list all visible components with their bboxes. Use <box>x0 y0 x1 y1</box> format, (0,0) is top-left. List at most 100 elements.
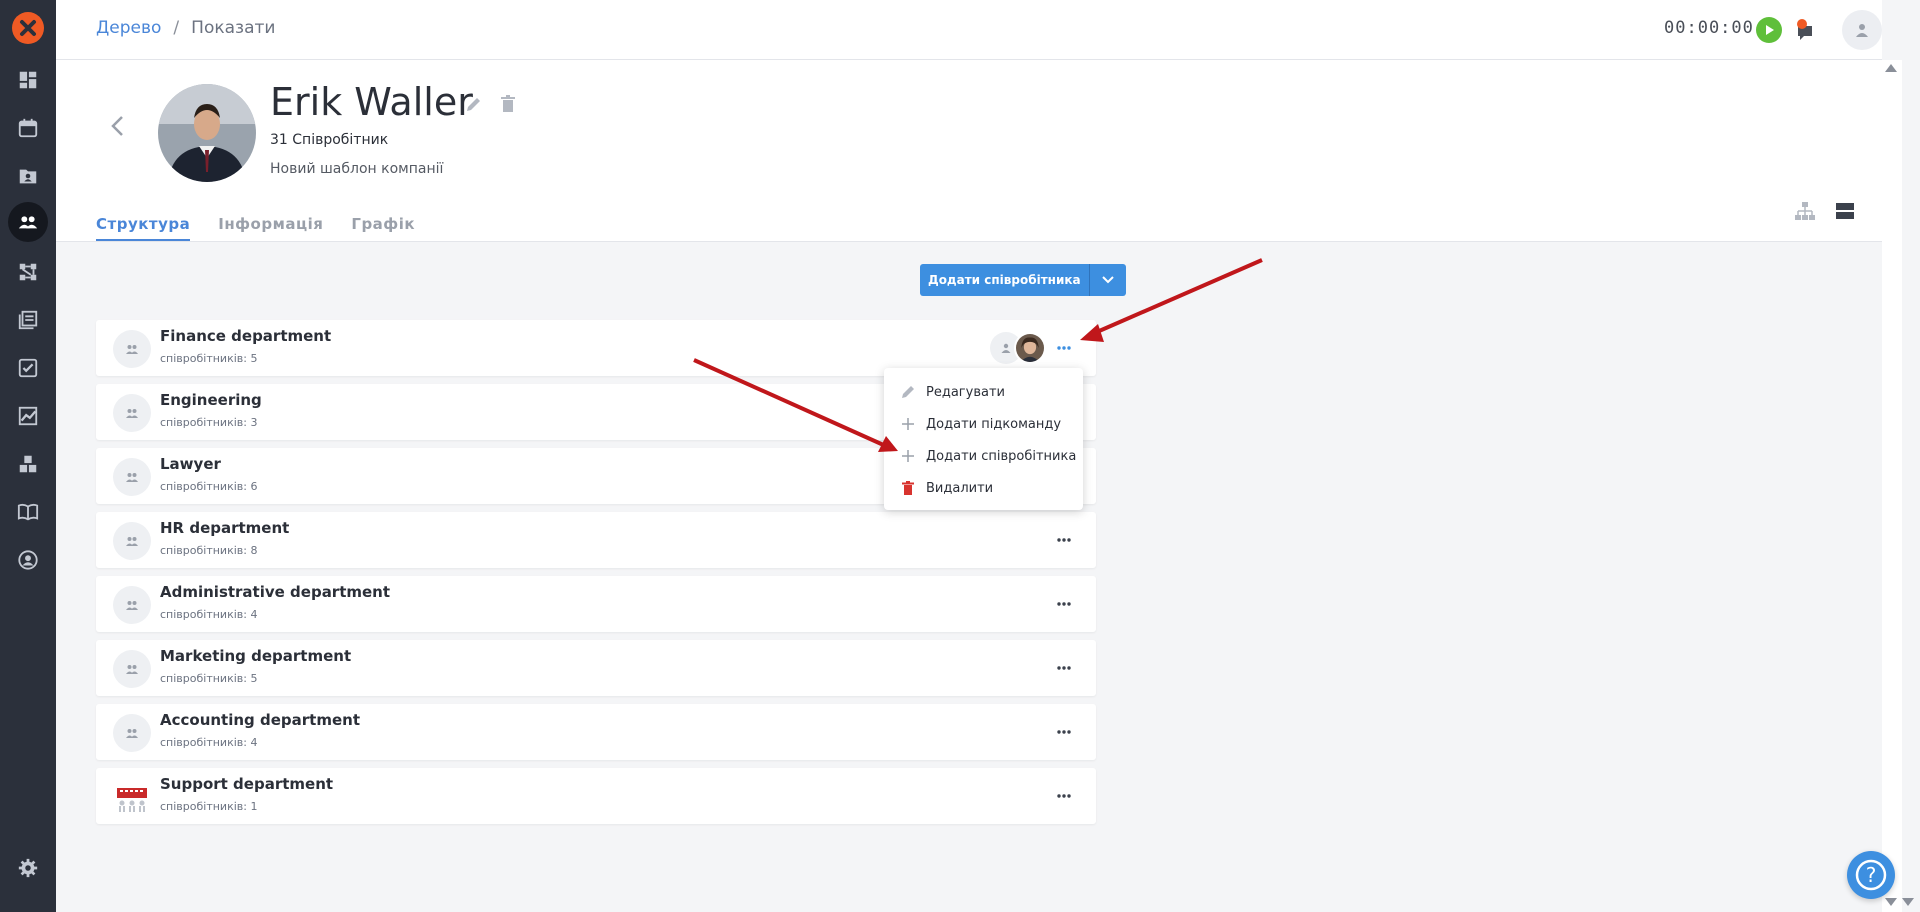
more-options-icon[interactable] <box>1054 722 1074 742</box>
profile-icon[interactable] <box>8 540 48 580</box>
settings-gear-icon[interactable] <box>8 848 48 888</box>
department-row[interactable]: HR department співробітників: 8 <box>96 512 1096 568</box>
more-options-icon[interactable] <box>1054 530 1074 550</box>
department-name: Lawyer <box>160 455 221 473</box>
trash-icon <box>900 480 916 496</box>
department-name: Finance department <box>160 327 332 345</box>
department-row[interactable]: Accounting department співробітників: 4 <box>96 704 1096 760</box>
logo[interactable] <box>12 12 44 44</box>
department-team-icon <box>113 394 151 432</box>
library-icon[interactable] <box>8 300 48 340</box>
department-count: співробітників: 6 <box>160 480 258 493</box>
help-question-icon: ? <box>1855 859 1887 891</box>
department-count: співробітників: 1 <box>160 800 258 813</box>
analytics-icon[interactable] <box>8 396 48 436</box>
time-tracker-display: 00:00:00 <box>1664 18 1754 38</box>
more-options-icon[interactable] <box>1054 594 1074 614</box>
menu-item-add-subteam[interactable]: Додати підкоманду <box>884 408 1083 440</box>
chevron-down-icon <box>1101 276 1114 284</box>
help-button[interactable]: ? <box>1847 851 1895 899</box>
menu-item-label: Редагувати <box>926 384 1005 400</box>
more-options-icon[interactable] <box>1054 658 1074 678</box>
menu-item-label: Видалити <box>926 480 994 496</box>
department-name: Accounting department <box>160 711 360 729</box>
department-count: співробітників: 8 <box>160 544 258 557</box>
profile-avatar <box>158 84 256 182</box>
department-team-icon <box>113 714 151 752</box>
workflow-icon[interactable] <box>8 252 48 292</box>
department-team-icon <box>113 522 151 560</box>
department-row[interactable]: Administrative department співробітників… <box>96 576 1096 632</box>
department-team-icon <box>113 650 151 688</box>
scroll-down-arrow[interactable] <box>1885 898 1897 906</box>
inventory-icon[interactable] <box>8 444 48 484</box>
profile-tabs: Структура Інформація Графік <box>96 215 415 241</box>
scroll-down-arrow-secondary[interactable] <box>1902 898 1914 906</box>
page-scrollbar[interactable] <box>1882 60 1902 912</box>
menu-item-delete[interactable]: Видалити <box>884 472 1083 504</box>
department-count: співробітників: 5 <box>160 352 258 365</box>
department-team-icon <box>113 586 151 624</box>
department-team-icon <box>113 330 151 368</box>
plus-icon <box>900 448 916 464</box>
back-chevron-icon[interactable] <box>106 114 130 138</box>
breadcrumb-tree-link[interactable]: Дерево <box>96 18 161 38</box>
add-employee-dropdown-toggle[interactable] <box>1089 264 1126 296</box>
team-icon[interactable] <box>8 202 48 242</box>
department-name: Engineering <box>160 391 262 409</box>
plus-icon <box>900 416 916 432</box>
department-count: співробітників: 4 <box>160 608 258 621</box>
tab-structure[interactable]: Структура <box>96 215 191 241</box>
breadcrumb-current: Показати <box>191 18 276 38</box>
svg-text:?: ? <box>1866 863 1877 887</box>
profile-name: Erik Waller <box>270 80 473 124</box>
member-avatar[interactable] <box>1014 332 1046 364</box>
department-name: Support department <box>160 775 334 793</box>
employee-count: 31 Співробітник <box>270 132 389 148</box>
department-count: співробітників: 4 <box>160 736 258 749</box>
menu-item-add-employee[interactable]: Додати співробітника <box>884 440 1083 472</box>
menu-item-edit[interactable]: Редагувати <box>884 376 1083 408</box>
pencil-icon <box>900 384 916 400</box>
play-timer-button[interactable] <box>1756 17 1782 43</box>
breadcrumb: Дерево / Показати <box>96 18 275 38</box>
logo-x-icon <box>20 20 36 36</box>
book-icon[interactable] <box>8 492 48 532</box>
top-header: Дерево / Показати 00:00:00 <box>56 0 1882 60</box>
user-menu-button[interactable] <box>1842 10 1882 50</box>
chat-notification-icon[interactable] <box>1794 18 1820 44</box>
menu-item-label: Додати співробітника <box>926 448 1077 464</box>
department-row[interactable]: Marketing department співробітників: 5 <box>96 640 1096 696</box>
profile-panel: Erik Waller 31 Співробітник Новий шаблон… <box>56 60 1882 242</box>
department-actions-menu: Редагувати Додати підкоманду Додати спів… <box>884 368 1083 510</box>
department-count: співробітників: 3 <box>160 416 258 429</box>
department-name: Marketing department <box>160 647 352 665</box>
list-view-icon[interactable] <box>1834 200 1856 222</box>
department-members <box>990 332 1046 364</box>
dashboard-icon[interactable] <box>8 60 48 100</box>
scroll-up-arrow[interactable] <box>1885 64 1897 72</box>
add-employee-button[interactable]: Додати співробітника <box>920 264 1090 296</box>
department-row[interactable]: Support department співробітників: 1 <box>96 768 1096 824</box>
more-options-icon[interactable] <box>1054 786 1074 806</box>
tab-information[interactable]: Інформація <box>218 215 323 241</box>
department-name: HR department <box>160 519 290 537</box>
edit-pencil-icon[interactable] <box>464 94 484 114</box>
department-name: Administrative department <box>160 583 391 601</box>
contacts-icon[interactable] <box>8 156 48 196</box>
user-icon <box>1856 24 1868 37</box>
tab-schedule[interactable]: Графік <box>351 215 415 241</box>
delete-trash-icon[interactable] <box>498 94 518 114</box>
company-template: Новий шаблон компанії <box>270 161 444 177</box>
calendar-icon[interactable] <box>8 108 48 148</box>
menu-item-label: Додати підкоманду <box>926 416 1062 432</box>
tree-view-icon[interactable] <box>1794 200 1816 222</box>
tasks-icon[interactable] <box>8 348 48 388</box>
breadcrumb-separator: / <box>173 18 180 38</box>
department-count: співробітників: 5 <box>160 672 258 685</box>
support-department-image <box>113 778 151 816</box>
more-options-icon[interactable] <box>1054 338 1074 358</box>
sidebar <box>0 0 56 912</box>
play-icon <box>1766 25 1774 35</box>
department-team-icon <box>113 458 151 496</box>
